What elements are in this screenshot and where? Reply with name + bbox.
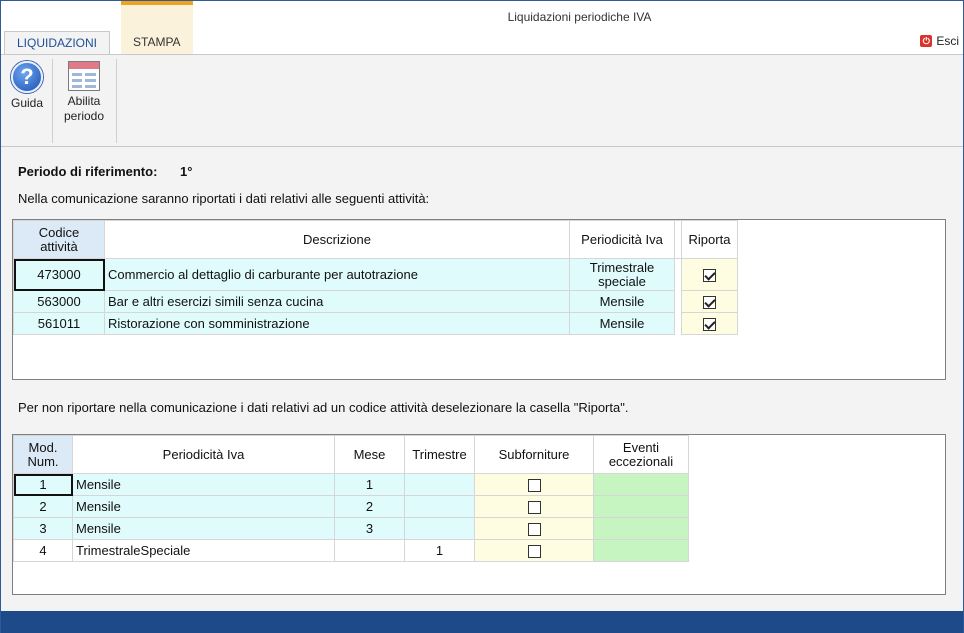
subforniture-cell[interactable]	[474, 473, 594, 496]
guida-button[interactable]: ? Guida	[5, 61, 49, 111]
mod-num-cell[interactable]: 2	[13, 495, 73, 518]
riporta-cell[interactable]	[681, 258, 738, 291]
riporta-checkbox[interactable]	[703, 269, 716, 283]
mese-cell[interactable]: 2	[334, 495, 405, 518]
descrizione-cell[interactable]: Commercio al dettaglio di carburante per…	[104, 258, 570, 291]
riporta-cell[interactable]	[681, 312, 738, 335]
mese-cell[interactable]	[334, 539, 405, 562]
module-row[interactable]: 3 Mensile 3	[13, 517, 689, 540]
mod-num-cell[interactable]: 3	[13, 517, 73, 540]
subforniture-cell[interactable]	[474, 539, 594, 562]
header-eventi-eccezionali[interactable]: Eventi eccezionali	[593, 435, 689, 474]
eventi-eccezionali-cell[interactable]	[593, 517, 689, 540]
status-bar	[1, 611, 963, 633]
module-row[interactable]: 4 TrimestraleSpeciale 1	[13, 539, 689, 562]
info-riporta-text: Per non riportare nella comunicazione i …	[18, 400, 629, 415]
periodo-label: Periodo di riferimento:	[18, 164, 158, 179]
subforniture-checkbox[interactable]	[527, 523, 541, 537]
header-codice-attivita[interactable]: Codice attività	[13, 220, 105, 259]
module-row[interactable]: 1 Mensile 1	[13, 473, 689, 496]
header-periodicita[interactable]: Periodicità Iva	[569, 220, 675, 259]
exit-icon: ⏻	[920, 35, 933, 47]
riporta-checkbox[interactable]	[703, 318, 716, 332]
riporta-cell[interactable]	[681, 290, 738, 313]
mese-cell[interactable]: 1	[334, 473, 405, 496]
periodicita-iva-cell[interactable]: Mensile	[72, 495, 335, 518]
eventi-eccezionali-cell[interactable]	[593, 495, 689, 518]
header-subforniture[interactable]: Subforniture	[474, 435, 594, 474]
periodicita-iva-cell[interactable]: Mensile	[72, 473, 335, 496]
header-mese[interactable]: Mese	[334, 435, 405, 474]
esci-label: Esci	[936, 34, 959, 48]
periodicita-iva-cell[interactable]: Mensile	[72, 517, 335, 540]
mod-num-cell[interactable]: 4	[13, 539, 73, 562]
riporta-checkbox[interactable]	[703, 296, 716, 310]
descrizione-cell[interactable]: Ristorazione con somministrazione	[104, 312, 570, 335]
mese-cell[interactable]: 3	[334, 517, 405, 540]
window-title: Liquidazioni periodiche IVA	[507, 10, 652, 24]
mod-num-cell[interactable]: 1	[13, 473, 73, 496]
activity-row[interactable]: 563000 Bar e altri esercizi simili senza …	[13, 290, 738, 313]
codice-cell[interactable]: 473000	[13, 258, 105, 291]
modules-table: Mod. Num. Periodicità Iva Mese Trimestre …	[13, 435, 689, 562]
header-mod-num[interactable]: Mod. Num.	[13, 435, 73, 474]
activities-table: Codice attività Descrizione Periodicità I…	[13, 220, 738, 335]
trimestre-cell[interactable]	[404, 473, 475, 496]
esci-button[interactable]: ⏻ Esci	[920, 34, 959, 48]
subforniture-checkbox[interactable]	[527, 545, 541, 559]
abilita-label-line1: Abilita	[67, 94, 101, 108]
codice-cell[interactable]: 563000	[13, 290, 105, 313]
periodicita-iva-cell[interactable]: TrimestraleSpeciale	[72, 539, 335, 562]
subforniture-checkbox[interactable]	[527, 501, 541, 515]
eventi-eccezionali-cell[interactable]	[593, 473, 689, 496]
activity-row[interactable]: 561011 Ristorazione con somministrazione M…	[13, 312, 738, 335]
activities-grid: Codice attività Descrizione Periodicità I…	[12, 219, 946, 380]
app-window: Liquidazioni periodiche IVA LIQUIDAZIONI…	[0, 0, 964, 633]
tab-stampa[interactable]: STAMPA	[121, 31, 193, 54]
subforniture-cell[interactable]	[474, 517, 594, 540]
activity-row[interactable]: 473000 Commercio al dettaglio di carburan…	[13, 258, 738, 291]
help-icon: ?	[11, 61, 43, 93]
info-attivita-text: Nella comunicazione saranno riportati i …	[18, 191, 430, 206]
periodicita-cell[interactable]: Trimestrale speciale	[569, 258, 675, 291]
tab-liquidazioni[interactable]: LIQUIDAZIONI	[4, 31, 111, 54]
trimestre-cell[interactable]	[404, 517, 475, 540]
abilita-periodo-button[interactable]: Abilita periodo	[56, 61, 112, 124]
ribbon-separator	[116, 59, 117, 143]
header-riporta[interactable]: Riporta	[681, 220, 738, 259]
ribbon: ? Guida Abilita periodo	[1, 54, 963, 147]
module-row[interactable]: 2 Mensile 2	[13, 495, 689, 518]
codice-cell[interactable]: 561011	[13, 312, 105, 335]
header-trimestre[interactable]: Trimestre	[404, 435, 475, 474]
abilita-label-line2: periodo	[63, 109, 105, 123]
modules-grid: Mod. Num. Periodicità Iva Mese Trimestre …	[12, 434, 946, 595]
ribbon-separator	[52, 59, 53, 143]
header-periodicita-iva[interactable]: Periodicità Iva	[72, 435, 335, 474]
calendar-icon	[68, 61, 100, 91]
eventi-eccezionali-cell[interactable]	[593, 539, 689, 562]
periodicita-cell[interactable]: Mensile	[569, 290, 675, 313]
trimestre-cell[interactable]	[404, 495, 475, 518]
trimestre-cell[interactable]: 1	[404, 539, 475, 562]
header-descrizione[interactable]: Descrizione	[104, 220, 570, 259]
descrizione-cell[interactable]: Bar e altri esercizi simili senza cucina	[104, 290, 570, 313]
title-bar: Liquidazioni periodiche IVA LIQUIDAZIONI…	[1, 1, 963, 54]
periodicita-cell[interactable]: Mensile	[569, 312, 675, 335]
periodo-value: 1°	[180, 164, 193, 179]
guida-label: Guida	[10, 96, 44, 110]
subforniture-cell[interactable]	[474, 495, 594, 518]
subforniture-checkbox[interactable]	[527, 479, 541, 493]
